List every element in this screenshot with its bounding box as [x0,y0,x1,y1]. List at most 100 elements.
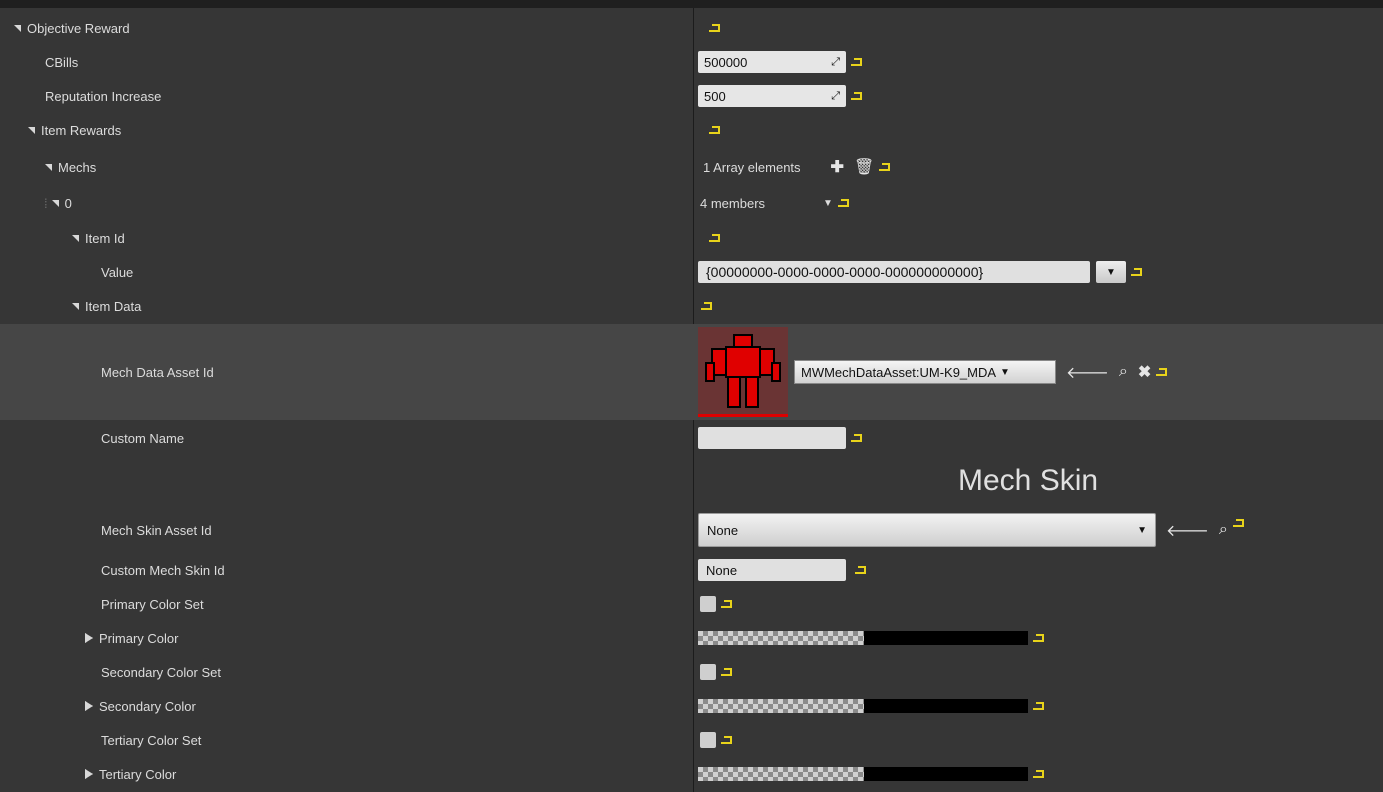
reset-to-default-icon[interactable] [851,434,862,442]
category-mechs[interactable]: Mechs [45,150,96,184]
expand-arrow-icon[interactable] [72,234,79,242]
magnifier-icon[interactable]: ⌕ [1219,521,1228,539]
magnifier-icon[interactable]: ⌕ [1119,363,1128,381]
collapsed-arrow-icon[interactable] [85,769,93,779]
reset-to-default-icon[interactable] [1156,368,1168,376]
reset-to-default-icon[interactable] [721,600,732,608]
expand-arrow-icon[interactable] [45,163,52,171]
expand-arrow-icon[interactable] [72,302,79,310]
reset-to-default-icon[interactable] [1131,268,1142,276]
label-index-0: 0 [64,195,72,211]
label-tertiary-color-set: Tertiary Color Set [101,732,202,748]
secondary-color-swatch[interactable] [698,699,1028,713]
category-item-data[interactable]: Item Data [72,290,141,322]
array-count: 1 Array elements [703,159,801,175]
custom-name-input[interactable] [698,427,846,449]
reset-to-default-icon[interactable] [855,566,866,574]
reset-to-default-icon[interactable] [1033,702,1044,710]
reset-to-default-icon[interactable] [709,234,720,242]
custom-mech-skin-input[interactable]: None [698,559,846,581]
reset-to-default-icon[interactable] [701,302,712,310]
top-band [0,0,1383,8]
reset-to-default-icon[interactable] [879,163,891,171]
reset-to-default-icon[interactable] [1033,770,1044,778]
alpha-checker [698,767,864,781]
chevron-down-icon[interactable]: ▼ [1096,261,1126,283]
row-mechs: Mechs 1 Array elements ✚ 🗑 [0,150,1383,184]
expand-arrow-icon[interactable] [51,199,59,207]
trash-icon[interactable]: 🗑 [854,157,874,177]
plus-icon[interactable]: ✚ [831,157,844,177]
collapsed-arrow-icon[interactable] [85,701,93,711]
row-item-id: Item Id [0,222,1383,254]
mech-icon [698,327,788,414]
arrow-left-icon[interactable]: 🡐 [1166,520,1209,541]
arrow-left-icon[interactable]: 🡐 [1066,362,1109,383]
label-tertiary-color: Tertiary Color [99,766,177,782]
color-fill [864,699,1028,713]
category-item-rewards[interactable]: Item Rewards [28,114,121,146]
resize-arrows-icon[interactable]: ⤢ [831,90,840,103]
row-secondary-color: Secondary Color [0,690,1383,722]
label-secondary-color-set: Secondary Color Set [101,664,221,680]
guid-input[interactable]: {00000000-0000-0000-0000-000000000000} [698,261,1090,283]
tertiary-color-swatch[interactable] [698,767,1028,781]
row-custom-mech-skin-id: Custom Mech Skin Id None [0,554,1383,586]
reset-to-default-icon[interactable] [851,58,862,66]
category-objective-reward[interactable]: Objective Reward [14,12,130,44]
expand-arrow-icon[interactable] [14,24,21,32]
label-item-id: Item Id [85,230,125,246]
reset-to-default-icon[interactable] [709,126,720,134]
reset-to-default-icon[interactable] [709,24,720,32]
reset-to-default-icon[interactable] [851,92,862,100]
mech-skin-asset-combo[interactable]: None ▼ [698,513,1156,547]
label-mech-data-asset-id: Mech Data Asset Id [101,364,214,380]
row-custom-name: Custom Name [0,422,1383,454]
mech-data-asset-combo[interactable]: MWMechDataAsset:UM-K9_MDA ▼ [794,360,1056,384]
reset-to-default-icon[interactable] [721,668,732,676]
category-item-id[interactable]: Item Id [72,222,125,254]
members-count: 4 members [700,195,766,211]
reset-to-default-icon[interactable] [1232,519,1244,527]
label-primary-color-set: Primary Color Set [101,596,204,612]
reset-to-default-icon[interactable] [837,199,849,207]
tertiary-color-set-checkbox[interactable] [700,732,716,748]
primary-color-set-checkbox[interactable] [700,596,716,612]
drag-handle-icon[interactable]: ⁞ [44,196,48,211]
label-custom-mech-skin-id: Custom Mech Skin Id [101,562,225,578]
row-secondary-color-set: Secondary Color Set [0,656,1383,688]
row-tertiary-color: Tertiary Color [0,758,1383,790]
reset-to-default-icon[interactable] [721,736,732,744]
array-element-0[interactable]: ⁞ 0 [44,186,72,220]
chevron-down-icon[interactable]: ▼ [1000,367,1010,378]
row-cbills: CBills 500000 ⤢ [0,46,1383,78]
chevron-down-icon[interactable]: ▼ [823,198,833,209]
primary-color-swatch[interactable] [698,631,1028,645]
row-primary-color-set: Primary Color Set [0,588,1383,620]
cbills-value: 500000 [704,54,748,70]
reset-to-default-icon[interactable] [1033,634,1044,642]
label-custom-name: Custom Name [101,430,185,446]
expand-arrow-icon[interactable] [28,126,35,134]
label-secondary-color: Secondary Color [99,698,196,714]
category-tertiary-color[interactable]: Tertiary Color [85,758,176,790]
row-mech-data-asset-id: Mech Data Asset Id MWMechDataAsset:UM-K9… [0,324,1383,420]
row-array-index-0: ⁞ 0 4 members ▼ [0,186,1383,220]
chevron-down-icon[interactable]: ▼ [1137,525,1147,536]
row-tertiary-color-set: Tertiary Color Set [0,724,1383,756]
cbills-input[interactable]: 500000 ⤢ [698,51,846,73]
resize-arrows-icon[interactable]: ⤢ [831,56,840,69]
collapsed-arrow-icon[interactable] [85,633,93,643]
label-mech-skin-asset-id: Mech Skin Asset Id [101,522,212,538]
label-reputation-increase: Reputation Increase [45,88,162,104]
secondary-color-set-checkbox[interactable] [700,664,716,680]
close-icon[interactable]: ✖ [1138,362,1151,382]
reputation-input[interactable]: 500 ⤢ [698,85,846,107]
category-primary-color[interactable]: Primary Color [85,622,178,654]
label-item-rewards: Item Rewards [41,122,122,138]
row-primary-color: Primary Color [0,622,1383,654]
category-secondary-color[interactable]: Secondary Color [85,690,196,722]
row-objective-reward: Objective Reward [0,12,1383,44]
label-primary-color: Primary Color [99,630,179,646]
mech-thumbnail[interactable] [698,327,788,417]
